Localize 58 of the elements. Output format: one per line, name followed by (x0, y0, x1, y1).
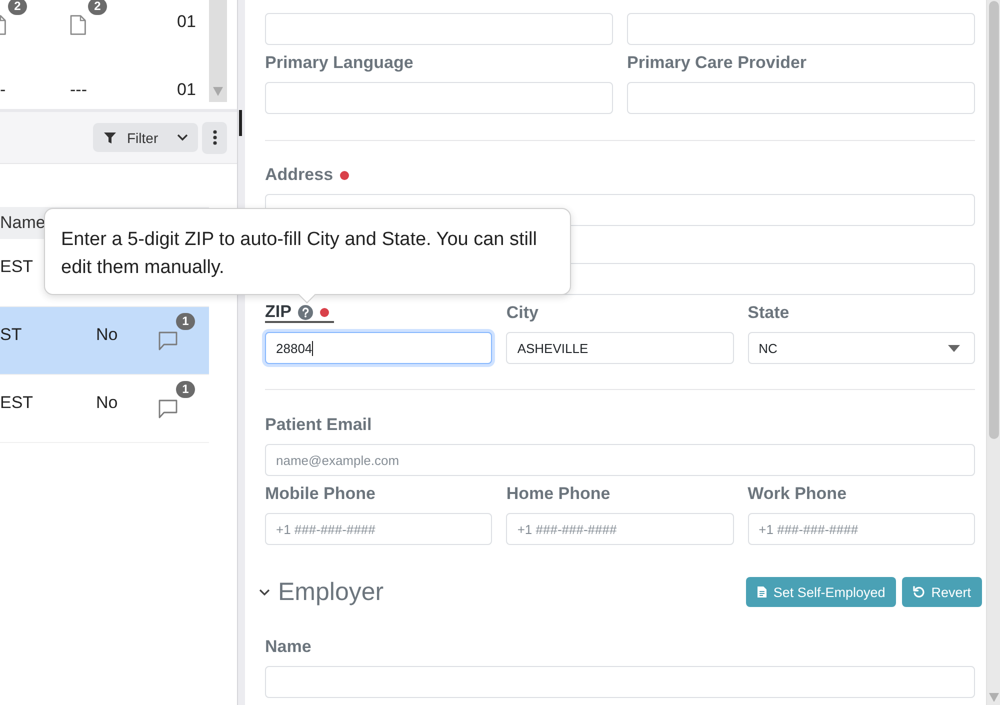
field-label: Primary Care Provider (627, 53, 807, 73)
filter-button[interactable]: Filter (93, 123, 198, 152)
table-cell: 01 (177, 80, 196, 99)
input-field[interactable] (627, 13, 975, 45)
section-title: Employer (278, 578, 384, 606)
table-cell: 01 (177, 12, 196, 31)
table-row[interactable]: ST No 1 (0, 307, 209, 375)
scroll-down-icon[interactable] (213, 87, 223, 96)
resize-handle[interactable] (239, 110, 242, 136)
comment-icon[interactable] (158, 331, 178, 351)
count-badge: 1 (176, 313, 195, 330)
field-label: Name (265, 637, 312, 657)
scrollbar-thumb[interactable] (988, 1, 998, 439)
input-field[interactable]: 28804 (265, 332, 492, 364)
caret-icon (948, 344, 960, 352)
field-label: Address (265, 165, 334, 185)
field-label: City (506, 303, 538, 323)
table-cell: - (0, 80, 6, 99)
table-cell: No (96, 325, 118, 344)
input-field[interactable]: +1 ###-###-#### (748, 513, 975, 545)
field-label: ZIP (265, 302, 292, 322)
document-icon (0, 15, 6, 35)
dropdown-field[interactable]: NC (748, 332, 975, 364)
field-label: Primary Language (265, 53, 414, 73)
chevron-icon[interactable] (259, 586, 270, 598)
count-badge: 2 (8, 0, 27, 15)
document-icon (70, 15, 86, 35)
tooltip: Enter a 5-digit ZIP to auto-fill City and State. You can still edit them manually. (44, 208, 571, 305)
table-cell: EST (0, 393, 34, 412)
table-cell: No (96, 393, 118, 412)
undo-icon (913, 586, 926, 598)
kebab-menu-icon (212, 130, 216, 145)
table-cell: --- (70, 80, 87, 99)
field-label: Work Phone (748, 484, 847, 504)
input-field[interactable] (265, 666, 975, 698)
scrollbar[interactable] (209, 0, 227, 102)
count-badge: 2 (88, 0, 107, 15)
scroll-down-icon[interactable] (988, 693, 998, 702)
table-cell: ST (0, 325, 22, 344)
filter-icon (104, 132, 116, 144)
input-field[interactable] (627, 82, 975, 114)
input-field[interactable] (265, 13, 613, 45)
table-cell: EST (0, 257, 34, 276)
help-icon[interactable] (298, 304, 314, 320)
count-badge: 1 (176, 381, 195, 398)
more-button[interactable] (202, 122, 227, 154)
comment-icon[interactable] (158, 399, 178, 419)
scrollbar[interactable] (986, 0, 1000, 705)
field-label: Home Phone (506, 484, 610, 504)
input-field[interactable] (265, 82, 613, 114)
field-label: State (748, 303, 790, 323)
document-icon (757, 586, 768, 598)
field-label: Patient Email (265, 415, 372, 435)
table-row[interactable]: EST No 1 (0, 375, 209, 443)
column-header[interactable]: Name (0, 213, 46, 233)
input-field[interactable]: ASHEVILLE (506, 332, 734, 364)
field-label: Mobile Phone (265, 484, 376, 504)
chevron-down-icon (177, 134, 188, 141)
